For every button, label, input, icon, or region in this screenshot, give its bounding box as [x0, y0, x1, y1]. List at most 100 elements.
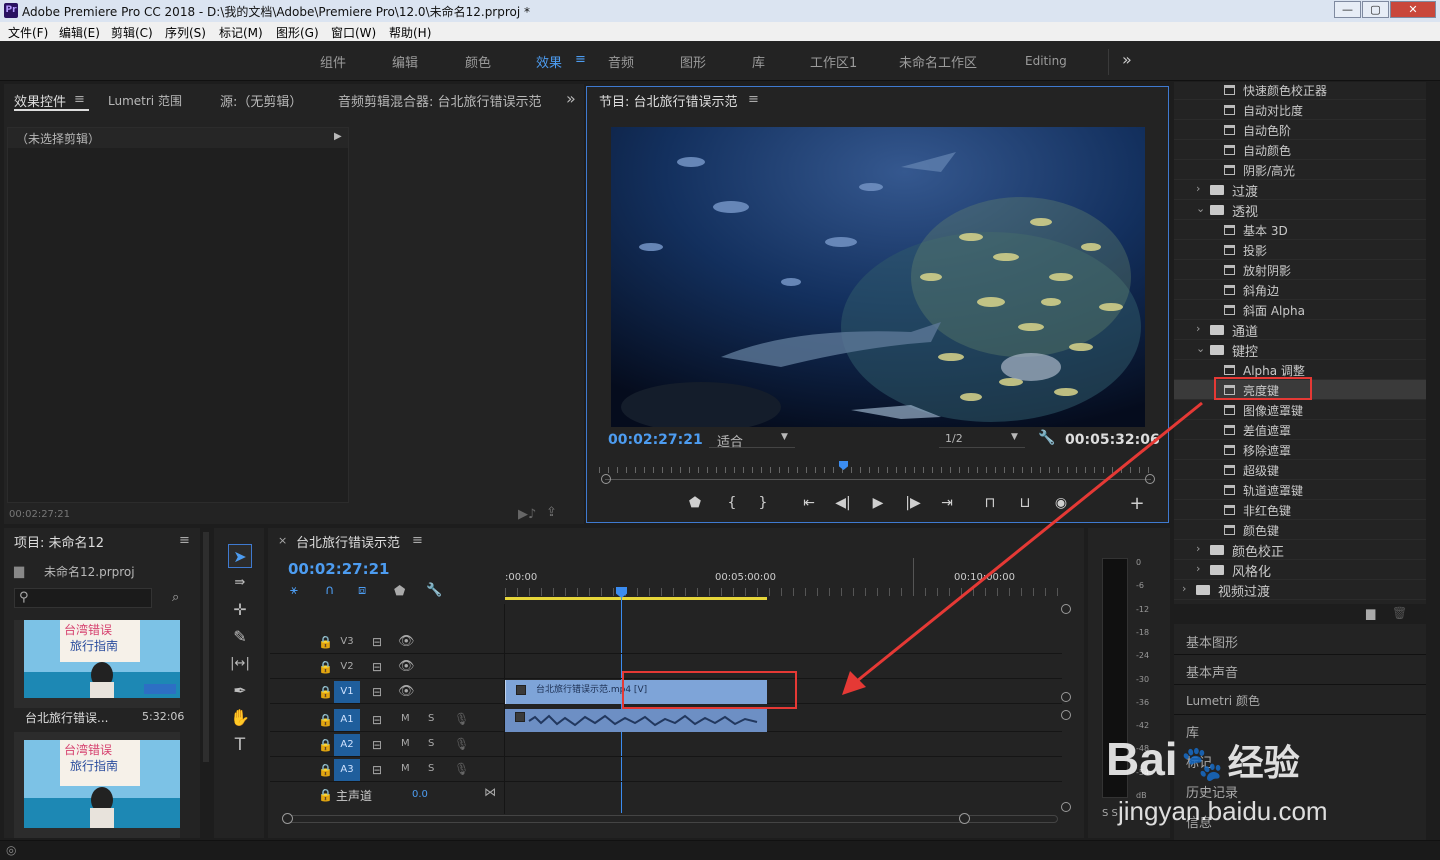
- find-icon[interactable]: ⌕: [172, 590, 179, 605]
- track-target-label[interactable]: A3: [334, 759, 360, 781]
- workspace-libraries[interactable]: 库: [752, 52, 765, 71]
- track-target-label[interactable]: V3: [334, 631, 360, 653]
- sync-lock-icon[interactable]: ⊟: [372, 660, 382, 674]
- scroll-handle-left[interactable]: [282, 813, 293, 824]
- effect-item[interactable]: 斜面 Alpha: [1174, 300, 1426, 320]
- add-marker-icon[interactable]: ⬟: [685, 495, 705, 511]
- workspace-graphics[interactable]: 图形: [680, 52, 706, 71]
- effect-folder[interactable]: › 通道: [1174, 320, 1426, 340]
- tab-source[interactable]: 源:（无剪辑）: [220, 91, 302, 110]
- export-icon[interactable]: ⇪: [546, 505, 557, 520]
- lock-icon[interactable]: 🔒: [318, 635, 333, 649]
- timeline-timecode[interactable]: 00:02:27:21: [288, 560, 390, 578]
- eye-icon[interactable]: 👁: [398, 684, 415, 699]
- project-scrollbar[interactable]: [203, 532, 209, 762]
- sequence-menu-icon[interactable]: ≡: [412, 533, 423, 548]
- chevron-down-icon[interactable]: ⌄: [1196, 342, 1205, 355]
- track-target-label[interactable]: A2: [334, 734, 360, 756]
- solo-buttons[interactable]: S S: [1102, 808, 1118, 819]
- workspace-audio[interactable]: 音频: [608, 52, 634, 71]
- scroll-handle-right[interactable]: [959, 813, 970, 824]
- workspace-menu-icon[interactable]: ≡: [575, 52, 586, 67]
- more-tabs-icon[interactable]: »: [566, 89, 576, 108]
- effect-item[interactable]: 非红色键: [1174, 500, 1426, 520]
- audio-track-a3[interactable]: 🔒 A3 ⊟ M S 🎙: [270, 758, 1062, 782]
- linked-selection-icon[interactable]: ⧈: [358, 583, 366, 598]
- project-item-thumbnail-2[interactable]: 台湾错误 旅行指南: [14, 732, 180, 838]
- track-target-label[interactable]: V2: [334, 656, 360, 678]
- effect-item[interactable]: 基本 3D: [1174, 220, 1426, 240]
- program-menu-icon[interactable]: ≡: [748, 92, 759, 107]
- solo-button[interactable]: S: [428, 738, 434, 749]
- master-track[interactable]: 🔒 主声道 0.0 ⋈: [270, 783, 1062, 807]
- razor-tool-icon[interactable]: ✎: [228, 625, 252, 649]
- tab-audio-clip-mixer[interactable]: 音频剪辑混合器: 台北旅行错误示范: [338, 91, 542, 110]
- snap-icon[interactable]: ∩: [325, 583, 335, 598]
- workspace-1[interactable]: 工作区1: [810, 52, 857, 71]
- effect-item[interactable]: 自动对比度: [1174, 100, 1426, 120]
- mute-button[interactable]: M: [401, 763, 410, 774]
- menu-help[interactable]: 帮助(H): [389, 24, 431, 41]
- lock-icon[interactable]: 🔒: [318, 713, 333, 727]
- solo-button[interactable]: S: [428, 713, 434, 724]
- work-area-bar[interactable]: [505, 597, 767, 600]
- chevron-right-icon[interactable]: ›: [1196, 182, 1200, 195]
- effect-item[interactable]: 放射阴影: [1174, 260, 1426, 280]
- workspace-assembly[interactable]: 组件: [320, 52, 346, 71]
- effect-item[interactable]: 自动色阶: [1174, 120, 1426, 140]
- lock-icon[interactable]: 🔒: [318, 685, 333, 699]
- type-tool-icon[interactable]: T: [228, 733, 252, 757]
- timeline-horizontal-scroll[interactable]: [286, 815, 1058, 823]
- project-search-input[interactable]: ⚲: [14, 588, 152, 608]
- nest-icon[interactable]: ⚹: [290, 583, 298, 598]
- filter-icon[interactable]: ▶♪: [518, 507, 536, 522]
- effect-folder[interactable]: › 颜色校正: [1174, 540, 1426, 560]
- program-playhead-timecode[interactable]: 00:02:27:21: [608, 432, 703, 448]
- lock-icon[interactable]: 🔒: [318, 660, 333, 674]
- workspace-effects[interactable]: 效果: [536, 52, 562, 71]
- effect-folder[interactable]: › 过渡: [1174, 180, 1426, 200]
- ripple-edit-tool-icon[interactable]: ✛: [228, 598, 252, 622]
- master-end-icon[interactable]: ⋈: [484, 785, 496, 799]
- effect-item[interactable]: 快速颜色校正器: [1174, 82, 1426, 100]
- vscroll-handle-top[interactable]: [1061, 604, 1071, 614]
- menu-clip[interactable]: 剪辑(C): [111, 24, 153, 41]
- mute-button[interactable]: M: [401, 738, 410, 749]
- mark-in-icon[interactable]: {: [722, 495, 742, 511]
- effect-folder[interactable]: › 视频过渡: [1174, 580, 1426, 600]
- scroll-handle-left[interactable]: [601, 474, 611, 484]
- effect-item[interactable]: 颜色键: [1174, 520, 1426, 540]
- sync-lock-icon[interactable]: ⊟: [372, 635, 382, 649]
- close-button[interactable]: ✕: [1390, 1, 1436, 18]
- menu-window[interactable]: 窗口(W): [331, 24, 376, 41]
- project-item-thumbnail[interactable]: 台湾错误 旅行指南: [14, 620, 180, 708]
- menu-marker[interactable]: 标记(M): [219, 24, 263, 41]
- audio-clip[interactable]: [505, 709, 767, 732]
- more-workspaces-icon[interactable]: »: [1122, 50, 1132, 69]
- mark-out-icon[interactable]: }: [753, 495, 773, 511]
- menu-edit[interactable]: 编辑(E): [59, 24, 100, 41]
- effect-item[interactable]: 投影: [1174, 240, 1426, 260]
- lock-icon[interactable]: 🔒: [318, 738, 333, 752]
- master-volume-value[interactable]: 0.0: [412, 789, 428, 800]
- eye-icon[interactable]: 👁: [398, 634, 415, 649]
- hand-tool-icon[interactable]: ✋: [228, 706, 252, 730]
- effect-folder[interactable]: › 风格化: [1174, 560, 1426, 580]
- chevron-right-icon[interactable]: ›: [1196, 322, 1200, 335]
- vscroll-handle-bottom[interactable]: [1061, 802, 1071, 812]
- track-select-tool-icon[interactable]: ⇛: [228, 571, 252, 595]
- tab-lumetri-scopes[interactable]: Lumetri 范围: [108, 92, 182, 109]
- selection-tool-icon[interactable]: ➤: [228, 544, 252, 568]
- tab-effect-controls[interactable]: 效果控件: [14, 91, 66, 110]
- effect-item[interactable]: 超级键: [1174, 460, 1426, 480]
- track-target-label[interactable]: V1: [334, 681, 360, 703]
- minimize-button[interactable]: —: [1334, 1, 1361, 18]
- fit-dropdown[interactable]: 适合 ▼: [709, 431, 795, 450]
- eye-icon[interactable]: 👁: [398, 659, 415, 674]
- go-to-in-icon[interactable]: ⇤: [799, 495, 819, 511]
- project-menu-icon[interactable]: ≡: [179, 533, 190, 548]
- menu-graphics[interactable]: 图形(G): [276, 24, 319, 41]
- workspace-editing[interactable]: 编辑: [392, 52, 418, 71]
- pen-tool-icon[interactable]: ✒: [228, 679, 252, 703]
- workspace-editing-en[interactable]: Editing: [1025, 54, 1067, 68]
